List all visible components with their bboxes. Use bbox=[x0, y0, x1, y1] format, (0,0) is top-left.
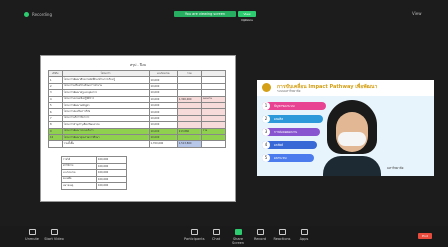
end-meeting-button[interactable]: End bbox=[418, 233, 432, 239]
table-total-row: รวมทั้งสิ้น 1,700,000 1,513,860 bbox=[48, 140, 227, 148]
pathway-step: 2 ผลผลิต bbox=[262, 115, 323, 123]
toolbar-button-0[interactable]: Unmute bbox=[22, 229, 42, 241]
recording-indicator: Recording bbox=[24, 12, 52, 17]
pathway-step: 3 การต่อยอดผลงาน bbox=[262, 128, 320, 136]
step-label: ปัญหาของระบบ bbox=[274, 104, 295, 108]
toolbar-button-2[interactable]: Participants bbox=[184, 229, 205, 241]
total-label: รวมทั้งสิ้น bbox=[61, 140, 150, 148]
share-screen-icon bbox=[234, 229, 242, 235]
video-footer: มหาวิทยาลัย bbox=[387, 166, 404, 170]
share-banner: You are viewing screen bbox=[174, 11, 236, 17]
view-button[interactable]: View bbox=[412, 11, 422, 16]
reactions-icon bbox=[278, 229, 286, 235]
recording-icon bbox=[24, 12, 29, 17]
step-number: 1 bbox=[262, 102, 270, 110]
toolbar-button-6[interactable]: Reactions bbox=[272, 229, 292, 241]
toolbar-button-5[interactable]: Record bbox=[250, 229, 270, 241]
summary-cell-label: หมายเหตุ bbox=[61, 182, 97, 190]
summary-cell-value: 100,000 bbox=[95, 182, 128, 190]
toolbar-label: Participants bbox=[184, 237, 205, 241]
face-mask bbox=[338, 132, 366, 146]
record-icon bbox=[256, 229, 264, 235]
pathway-step: 1 ปัญหาของระบบ bbox=[262, 102, 326, 110]
toolbar-button-4[interactable]: Share Screen bbox=[228, 229, 248, 245]
summary-table: รายได้ 100,000 ค่าใช้จ่าย 100,000 งบประมาณ 10… bbox=[61, 156, 128, 190]
summary-row: หมายเหตุ 100,000 bbox=[61, 182, 128, 190]
presenter-video: การขับเคลื่อน Impact Pathway เพื่อพัฒนา … bbox=[257, 80, 434, 176]
step-number: 2 bbox=[262, 115, 270, 123]
step-number: 4 bbox=[262, 141, 270, 149]
step-label: ผลผลิต bbox=[274, 117, 284, 121]
microphone-icon bbox=[28, 229, 36, 235]
meeting-toolbar: End Unmute Start Video Participants Chat Sha… bbox=[0, 226, 448, 247]
video-header: การขับเคลื่อน Impact Pathway เพื่อพัฒนา … bbox=[257, 80, 434, 96]
budget-table: ลำดับ โครงการ งบประมาณ รวม 1 โครงการพัฒนา… bbox=[48, 69, 227, 148]
toolbar-label: Chat bbox=[211, 237, 221, 241]
video-subtitle: ระบบมหาวิทยาลัย bbox=[277, 89, 301, 93]
total-sum: 1,513,860 bbox=[176, 140, 202, 148]
presenter-body bbox=[323, 156, 381, 176]
step-number: 3 bbox=[262, 128, 270, 136]
toolbar-button-3[interactable]: Chat bbox=[206, 229, 226, 241]
top-bar: Recording You are viewing screen View Op… bbox=[0, 0, 448, 26]
apps-icon bbox=[300, 229, 308, 235]
toolbar-button-7[interactable]: Apps bbox=[294, 229, 314, 241]
total-budget: 1,700,000 bbox=[148, 140, 178, 148]
step-label: ผลลัพธ์ bbox=[274, 143, 284, 147]
presenter-avatar bbox=[323, 100, 381, 176]
document-title: สรุป - ปีงบ bbox=[130, 63, 146, 67]
pathway-step: 5 ผลกระทบ bbox=[262, 154, 314, 162]
step-label: ผลกระทบ bbox=[274, 156, 287, 160]
toolbar-button-1[interactable]: Start Video bbox=[44, 229, 64, 241]
recording-label: Recording bbox=[32, 12, 53, 17]
video-camera-icon bbox=[50, 229, 58, 235]
participants-icon bbox=[190, 229, 198, 235]
toolbar-label: Reactions bbox=[273, 237, 291, 241]
toolbar-label: Unmute bbox=[25, 237, 39, 241]
chat-icon bbox=[212, 229, 220, 235]
view-options-button[interactable]: View Options bbox=[238, 11, 256, 22]
pathway-step: 4 ผลลัพธ์ bbox=[262, 141, 317, 149]
shared-document: สรุป - ปีงบ ลำดับ โครงการ งบประมาณ รวม 1… bbox=[40, 55, 236, 202]
toolbar-label: Share Screen bbox=[231, 237, 245, 245]
toolbar-label: Start Video bbox=[44, 237, 64, 241]
university-logo-icon bbox=[262, 83, 271, 92]
toolbar-label: Apps bbox=[299, 237, 309, 241]
toolbar-label: Record bbox=[253, 237, 267, 241]
step-label: การต่อยอดผลงาน bbox=[274, 130, 298, 134]
step-number: 5 bbox=[262, 154, 270, 162]
